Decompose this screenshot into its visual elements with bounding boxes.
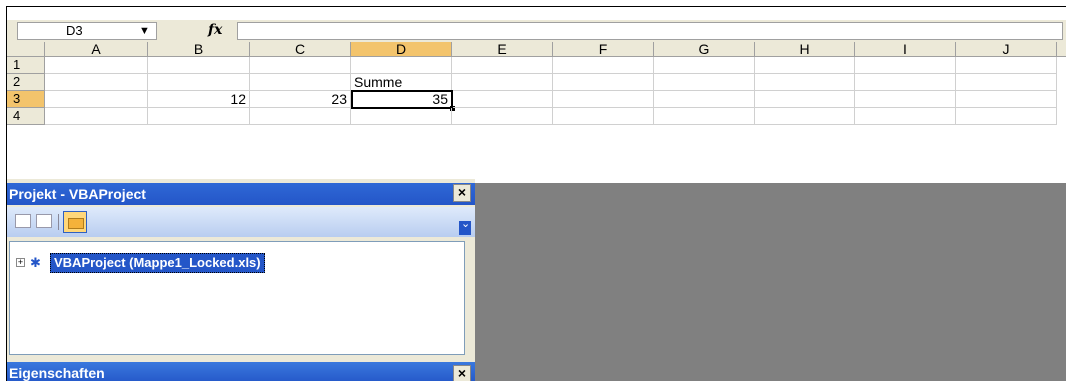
view-code-icon[interactable] xyxy=(15,214,31,228)
project-explorer-panel: Projekt - VBAProject × + ✱ VBAProject (M… xyxy=(7,179,475,381)
cell[interactable] xyxy=(855,108,956,125)
cell[interactable] xyxy=(654,91,755,108)
close-icon[interactable]: × xyxy=(453,184,471,202)
cell[interactable] xyxy=(148,74,250,91)
column-header-e[interactable]: E xyxy=(452,42,553,57)
row-header-3[interactable]: 3 xyxy=(7,91,45,108)
column-header-i[interactable]: I xyxy=(855,42,956,57)
tree-item-vbaproject[interactable]: VBAProject (Mappe1_Locked.xls) xyxy=(50,253,265,273)
column-header-k[interactable] xyxy=(1057,42,1066,57)
cell[interactable] xyxy=(452,74,553,91)
cell-d3-active[interactable]: 35 xyxy=(351,90,453,109)
cell[interactable] xyxy=(351,57,452,74)
column-header-d[interactable]: D xyxy=(351,42,452,57)
cell[interactable] xyxy=(45,91,148,108)
cell[interactable] xyxy=(250,57,351,74)
row-header-2[interactable]: 2 xyxy=(7,74,45,91)
cell[interactable] xyxy=(855,74,956,91)
column-header-b[interactable]: B xyxy=(148,42,250,57)
formula-bar: D3 ▼ fx xyxy=(7,20,1066,43)
cell[interactable] xyxy=(553,108,654,125)
cell[interactable] xyxy=(755,108,855,125)
cell[interactable] xyxy=(45,57,148,74)
chevron-down-icon[interactable]: ▼ xyxy=(139,25,150,37)
cell[interactable] xyxy=(148,108,250,125)
cell[interactable] xyxy=(956,91,1057,108)
cell[interactable] xyxy=(453,91,553,108)
cell[interactable] xyxy=(452,108,553,125)
cell[interactable] xyxy=(654,57,755,74)
cell[interactable] xyxy=(755,91,855,108)
close-icon[interactable]: × xyxy=(453,365,471,381)
cell[interactable] xyxy=(452,57,553,74)
cell-d2[interactable]: Summe xyxy=(351,74,452,91)
column-header-f[interactable]: F xyxy=(553,42,654,57)
cell[interactable] xyxy=(250,74,351,91)
row-header-4[interactable]: 4 xyxy=(7,108,45,125)
cell[interactable] xyxy=(553,91,654,108)
cell[interactable] xyxy=(855,91,956,108)
name-box[interactable]: D3 xyxy=(17,22,157,40)
view-object-icon[interactable] xyxy=(36,214,52,228)
column-header-c[interactable]: C xyxy=(250,42,351,57)
column-header-g[interactable]: G xyxy=(654,42,755,57)
toolbar-divider xyxy=(58,214,59,230)
cell[interactable] xyxy=(250,108,351,125)
cell[interactable] xyxy=(45,108,148,125)
expand-icon[interactable]: + xyxy=(16,258,25,267)
formula-input[interactable] xyxy=(237,22,1063,40)
cell[interactable] xyxy=(351,108,452,125)
cell[interactable] xyxy=(45,74,148,91)
vba-project-icon: ✱ xyxy=(30,255,41,270)
select-all-corner[interactable] xyxy=(7,42,45,57)
vbe-workspace xyxy=(475,183,1066,381)
cell[interactable] xyxy=(755,57,855,74)
cell[interactable] xyxy=(654,74,755,91)
project-explorer-toolbar xyxy=(7,207,475,237)
column-header-a[interactable]: A xyxy=(45,42,148,57)
row-header-1[interactable]: 1 xyxy=(7,57,45,74)
cell[interactable] xyxy=(755,74,855,91)
toolbar-options-icon[interactable] xyxy=(459,217,471,235)
project-explorer-title: Projekt - VBAProject xyxy=(7,183,475,205)
project-tree: + ✱ VBAProject (Mappe1_Locked.xls) xyxy=(9,241,465,355)
cell[interactable] xyxy=(654,108,755,125)
cell[interactable] xyxy=(956,74,1057,91)
properties-title: Eigenschaften xyxy=(7,362,475,381)
cell[interactable] xyxy=(553,57,654,74)
column-header-j[interactable]: J xyxy=(956,42,1057,57)
cell-b3[interactable]: 12 xyxy=(148,91,250,108)
column-header-h[interactable]: H xyxy=(755,42,855,57)
excel-window: D3 ▼ fx A B C D E F G H I J 1 2 3 4 Summ… xyxy=(6,6,1066,381)
cell-c3[interactable]: 23 xyxy=(250,91,351,108)
toggle-folders-icon[interactable] xyxy=(63,211,87,233)
cell[interactable] xyxy=(148,57,250,74)
cell[interactable] xyxy=(855,57,956,74)
cell[interactable] xyxy=(956,108,1057,125)
cell[interactable] xyxy=(956,57,1057,74)
cell[interactable] xyxy=(553,74,654,91)
function-icon[interactable]: fx xyxy=(208,22,222,38)
